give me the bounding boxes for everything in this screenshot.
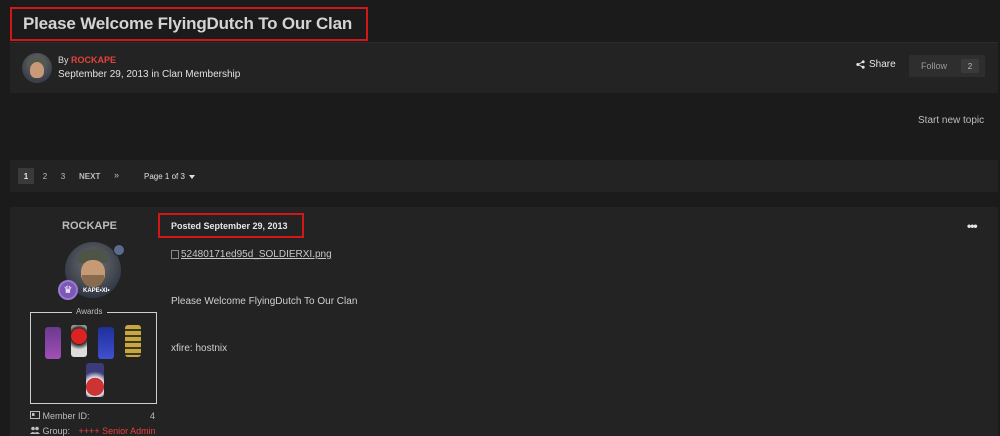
post-author-name[interactable]: ROCKAPE <box>62 220 117 232</box>
ellipsis-icon[interactable]: ••• <box>967 219 978 233</box>
page-of-label: Page 1 of 3 <box>144 172 185 181</box>
byline: By ROCKAPE <box>58 55 116 65</box>
topic-title-highlight: Please Welcome FlyingDutch To Our Clan <box>10 7 368 41</box>
group-value: ++++ Senior Admin <box>78 426 156 436</box>
award-medal[interactable] <box>45 327 61 359</box>
post-xfire-text: xfire: hostnix <box>171 343 228 354</box>
award-year: 2020 <box>71 350 85 356</box>
member-id-label: Member ID: <box>42 411 90 421</box>
post-container: ROCKAPE KAPE•XI• ♛ Awards 2020 Member ID… <box>10 207 998 436</box>
member-id-value: 4 <box>149 411 155 421</box>
group-row: Group: ++++ Senior Admin <box>30 426 156 436</box>
award-medal[interactable] <box>86 363 104 397</box>
next-page-button[interactable]: NEXT <box>79 172 100 181</box>
id-card-icon <box>30 411 40 419</box>
avatar-beard <box>82 275 104 287</box>
caret-down-icon <box>188 174 195 179</box>
page-3-button[interactable]: 3 <box>55 168 71 184</box>
byline-prefix: By <box>58 55 69 65</box>
follow-label: Follow <box>921 61 948 71</box>
topic-author-bar: By ROCKAPE September 29, 2013 in Clan Me… <box>10 42 998 93</box>
award-medal[interactable] <box>125 325 141 357</box>
pagination-bar: 1 2 3 NEXT » Page 1 of 3 <box>10 160 998 192</box>
group-label: Group: <box>42 426 71 436</box>
avatar-face <box>30 62 44 78</box>
share-icon <box>856 60 865 69</box>
page-1-button[interactable]: 1 <box>18 168 34 184</box>
topic-title: Please Welcome FlyingDutch To Our Clan <box>23 14 353 33</box>
start-new-topic-button[interactable]: Start new topic <box>918 115 984 126</box>
share-label: Share <box>869 59 896 70</box>
posted-date[interactable]: Posted September 29, 2013 <box>171 221 288 231</box>
page-jump-dropdown[interactable]: Page 1 of 3 <box>144 172 195 181</box>
awards-label: Awards <box>72 307 107 316</box>
avatar-tag: KAPE•XI• <box>83 288 110 294</box>
image-alt-text: 52480171ed95d_SOLDIERXI.png <box>181 249 332 260</box>
post-image-link[interactable]: 52480171ed95d_SOLDIERXI.png <box>171 249 332 260</box>
author-link[interactable]: ROCKAPE <box>71 55 116 65</box>
awards-box: Awards 2020 <box>30 307 157 404</box>
posted-date-highlight: Posted September 29, 2013 <box>158 213 304 238</box>
follow-count: 2 <box>961 59 979 73</box>
follow-button[interactable]: Follow 2 <box>909 55 985 77</box>
award-medal[interactable] <box>98 327 114 359</box>
share-button[interactable]: Share <box>856 59 896 70</box>
crown-icon: ♛ <box>58 280 78 300</box>
post-body-text: Please Welcome FlyingDutch To Our Clan <box>171 296 358 307</box>
author-avatar[interactable] <box>22 53 52 83</box>
page-2-button[interactable]: 2 <box>37 168 53 184</box>
online-badge <box>113 244 125 256</box>
topic-date-forum[interactable]: September 29, 2013 in Clan Membership <box>58 69 240 80</box>
broken-image-icon <box>171 250 179 259</box>
member-id-row: Member ID: 4 <box>30 411 155 421</box>
last-page-button[interactable]: » <box>114 170 119 180</box>
users-icon <box>30 426 40 434</box>
